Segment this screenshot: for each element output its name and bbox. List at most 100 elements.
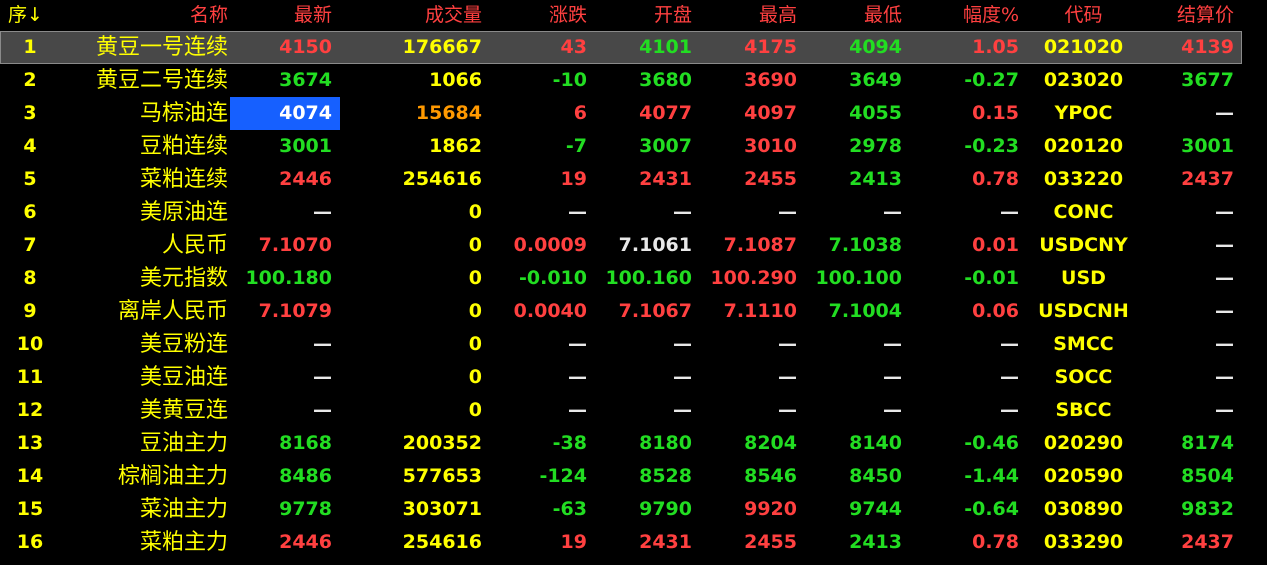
cell-change[interactable]: -0.010	[490, 262, 595, 295]
cell-pct[interactable]: 0.06	[910, 295, 1027, 328]
header-name[interactable]: 名称	[60, 0, 230, 31]
cell-change[interactable]: -63	[490, 493, 595, 526]
cell-idx[interactable]: 11	[0, 361, 60, 394]
table-row[interactable]: 14 棕榈油主力 8486 577653 -124 8528 8546 8450 -1.44 02…	[0, 460, 1242, 493]
cell-volume[interactable]: 0	[340, 196, 490, 229]
cell-low[interactable]: —	[805, 361, 910, 394]
cell-open[interactable]: 8180	[595, 427, 700, 460]
table-row[interactable]: 16 菜粕主力 2446 254616 19 2431 2455 2413 0.78 033290…	[0, 526, 1242, 559]
cell-low[interactable]: 2413	[805, 163, 910, 196]
cell-high[interactable]: 8546	[700, 460, 805, 493]
cell-pct[interactable]: —	[910, 196, 1027, 229]
header-index[interactable]: 序↓	[0, 0, 60, 31]
table-row[interactable]: 7 人民币 7.1070 0 0.0009 7.1061 7.1087 7.1038 0.01 U…	[0, 229, 1242, 262]
header-high[interactable]: 最高	[700, 0, 805, 31]
cell-settle[interactable]: —	[1140, 229, 1242, 262]
cell-settle[interactable]: 9832	[1140, 493, 1242, 526]
cell-low[interactable]: 7.1038	[805, 229, 910, 262]
cell-last[interactable]: 4074	[230, 97, 340, 130]
table-row[interactable]: 3 马棕油连 4074 15684 6 4077 4097 4055 0.15 YPOC —	[0, 97, 1242, 130]
cell-settle[interactable]: —	[1140, 295, 1242, 328]
table-row[interactable]: 10 美豆粉连 —0— — — — — SMCC —	[0, 328, 1242, 361]
header-low[interactable]: 最低	[805, 0, 910, 31]
cell-last[interactable]: 4150	[230, 31, 340, 64]
table-row[interactable]: 5 菜粕连续 2446 254616 19 2431 2455 2413 0.78 033220 2…	[0, 163, 1242, 196]
cell-name[interactable]: 美元指数	[60, 262, 230, 295]
cell-low[interactable]: —	[805, 394, 910, 427]
cell-idx[interactable]: 10	[0, 328, 60, 361]
cell-last[interactable]: —	[230, 328, 340, 361]
cell-change[interactable]: 19	[490, 163, 595, 196]
cell-volume[interactable]: 254616	[340, 163, 490, 196]
cell-name[interactable]: 黄豆一号连续	[60, 31, 230, 64]
header-pct[interactable]: 幅度%	[910, 0, 1027, 31]
cell-pct[interactable]: -0.46	[910, 427, 1027, 460]
header-code[interactable]: 代码	[1027, 0, 1140, 31]
cell-open[interactable]: 3680	[595, 64, 700, 97]
cell-change[interactable]: —	[490, 196, 595, 229]
cell-last[interactable]: 2446	[230, 526, 340, 559]
cell-low[interactable]: 100.100	[805, 262, 910, 295]
table-row[interactable]: 9 离岸人民币 7.1079 0 0.0040 7.1067 7.1110 7.1004 0.0…	[0, 295, 1242, 328]
cell-idx[interactable]: 6	[0, 196, 60, 229]
cell-open[interactable]: —	[595, 196, 700, 229]
cell-volume[interactable]: 0	[340, 295, 490, 328]
cell-idx[interactable]: 7	[0, 229, 60, 262]
cell-idx[interactable]: 3	[0, 97, 60, 130]
cell-last[interactable]: 100.180	[230, 262, 340, 295]
cell-change[interactable]: -7	[490, 130, 595, 163]
cell-settle[interactable]: —	[1140, 328, 1242, 361]
cell-low[interactable]: —	[805, 328, 910, 361]
cell-change[interactable]: -10	[490, 64, 595, 97]
cell-settle[interactable]: 8174	[1140, 427, 1242, 460]
cell-last[interactable]: 7.1070	[230, 229, 340, 262]
cell-high[interactable]: —	[700, 328, 805, 361]
cell-name[interactable]: 黄豆二号连续	[60, 64, 230, 97]
cell-name[interactable]: 棕榈油主力	[60, 460, 230, 493]
cell-idx[interactable]: 2	[0, 64, 60, 97]
cell-high[interactable]: 9920	[700, 493, 805, 526]
cell-settle[interactable]: —	[1140, 361, 1242, 394]
cell-code[interactable]: YPOC	[1027, 97, 1140, 130]
cell-idx[interactable]: 5	[0, 163, 60, 196]
cell-low[interactable]: 2413	[805, 526, 910, 559]
cell-volume[interactable]: 1066	[340, 64, 490, 97]
cell-name[interactable]: 菜油主力	[60, 493, 230, 526]
cell-low[interactable]: —	[805, 196, 910, 229]
cell-settle[interactable]: 4139	[1140, 31, 1242, 64]
table-row[interactable]: 1 黄豆一号连续 4150 176667 43 4101 4175 4094 1.05 02102…	[0, 31, 1242, 64]
cell-high[interactable]: —	[700, 361, 805, 394]
table-row[interactable]: 2 黄豆二号连续 3674 1066 -10 3680 3690 3649 -0.27 02302…	[0, 64, 1242, 97]
cell-low[interactable]: 9744	[805, 493, 910, 526]
cell-code[interactable]: 020590	[1027, 460, 1140, 493]
cell-pct[interactable]: -1.44	[910, 460, 1027, 493]
cell-code[interactable]: SBCC	[1027, 394, 1140, 427]
cell-open[interactable]: 7.1061	[595, 229, 700, 262]
cell-high[interactable]: 3690	[700, 64, 805, 97]
cell-name[interactable]: 人民币	[60, 229, 230, 262]
cell-high[interactable]: 7.1087	[700, 229, 805, 262]
cell-open[interactable]: 4101	[595, 31, 700, 64]
cell-change[interactable]: 6	[490, 97, 595, 130]
cell-code[interactable]: CONC	[1027, 196, 1140, 229]
cell-change[interactable]: 43	[490, 31, 595, 64]
cell-open[interactable]: —	[595, 328, 700, 361]
cell-open[interactable]: 4077	[595, 97, 700, 130]
cell-high[interactable]: —	[700, 196, 805, 229]
cell-code[interactable]: 033220	[1027, 163, 1140, 196]
cell-settle[interactable]: 8504	[1140, 460, 1242, 493]
cell-code[interactable]: 021020	[1027, 31, 1140, 64]
cell-change[interactable]: -124	[490, 460, 595, 493]
cell-name[interactable]: 美黄豆连	[60, 394, 230, 427]
cell-name[interactable]: 马棕油连	[60, 97, 230, 130]
cell-pct[interactable]: -0.01	[910, 262, 1027, 295]
cell-code[interactable]: 030890	[1027, 493, 1140, 526]
table-row[interactable]: 15 菜油主力 9778 303071 -63 9790 9920 9744 -0.64 0308…	[0, 493, 1242, 526]
cell-volume[interactable]: 254616	[340, 526, 490, 559]
cell-low[interactable]: 3649	[805, 64, 910, 97]
cell-volume[interactable]: 1862	[340, 130, 490, 163]
cell-high[interactable]: 4175	[700, 31, 805, 64]
cell-low[interactable]: 7.1004	[805, 295, 910, 328]
cell-change[interactable]: -38	[490, 427, 595, 460]
cell-volume[interactable]: 0	[340, 328, 490, 361]
